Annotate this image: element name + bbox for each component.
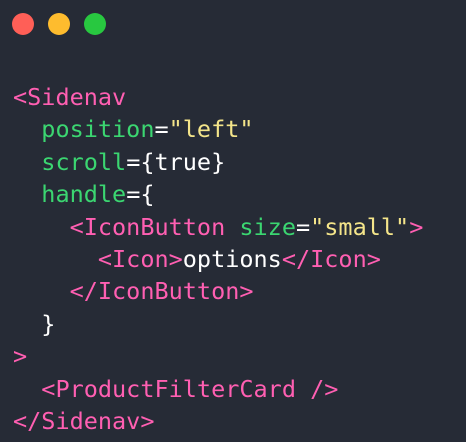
close-dot-icon[interactable]: [12, 13, 34, 35]
code-token-str: "small": [310, 212, 410, 241]
code-line: <Icon>options</Icon>: [13, 243, 423, 275]
code-token-attr: handle: [41, 180, 127, 209]
code-token-attr: scroll: [41, 147, 127, 176]
code-token-tag: >: [13, 342, 28, 371]
code-line: scroll={true}: [13, 146, 423, 178]
code-line: position="left": [13, 113, 423, 145]
code-line: handle={: [13, 178, 423, 210]
code-token-tag: <IconButton: [69, 212, 226, 241]
code-token-attr: size: [239, 212, 296, 241]
code-token-tag: </Icon>: [281, 244, 381, 273]
code-token-tag: <Icon>: [97, 244, 183, 273]
code-line: <ProductFilterCard />: [13, 373, 423, 405]
code-token-txt: ={true}: [126, 147, 226, 176]
window-controls: [12, 13, 106, 35]
code-token-tag: <Sidenav: [13, 83, 127, 111]
code-line: <IconButton size="small">: [13, 211, 424, 243]
code-token-txt: }: [13, 309, 56, 338]
code-token-txt: =: [295, 212, 311, 241]
code-block: <Sidenav position="left" scroll={true} h…: [13, 81, 423, 437]
maximize-dot-icon[interactable]: [84, 13, 106, 35]
code-token-tag: <ProductFilterCard />: [41, 374, 339, 403]
code-token-txt: ={: [126, 180, 155, 209]
code-window: <Sidenav position="left" scroll={true} h…: [0, 0, 466, 442]
code-token-str: "left": [168, 115, 254, 144]
code-token-tag: </IconButton>: [69, 277, 254, 306]
code-token-tag: >: [409, 212, 424, 241]
code-token-txt: options: [182, 244, 282, 273]
code-line: >: [13, 340, 423, 372]
code-line: </Sidenav>: [13, 405, 423, 437]
code-line: }: [13, 308, 423, 340]
code-line: </IconButton>: [13, 275, 423, 307]
code-token-attr: position: [41, 115, 155, 144]
code-token-tag: </Sidenav>: [13, 406, 155, 435]
code-token-txt: =: [154, 115, 169, 144]
minimize-dot-icon[interactable]: [48, 13, 70, 35]
code-line: <Sidenav: [13, 81, 423, 113]
